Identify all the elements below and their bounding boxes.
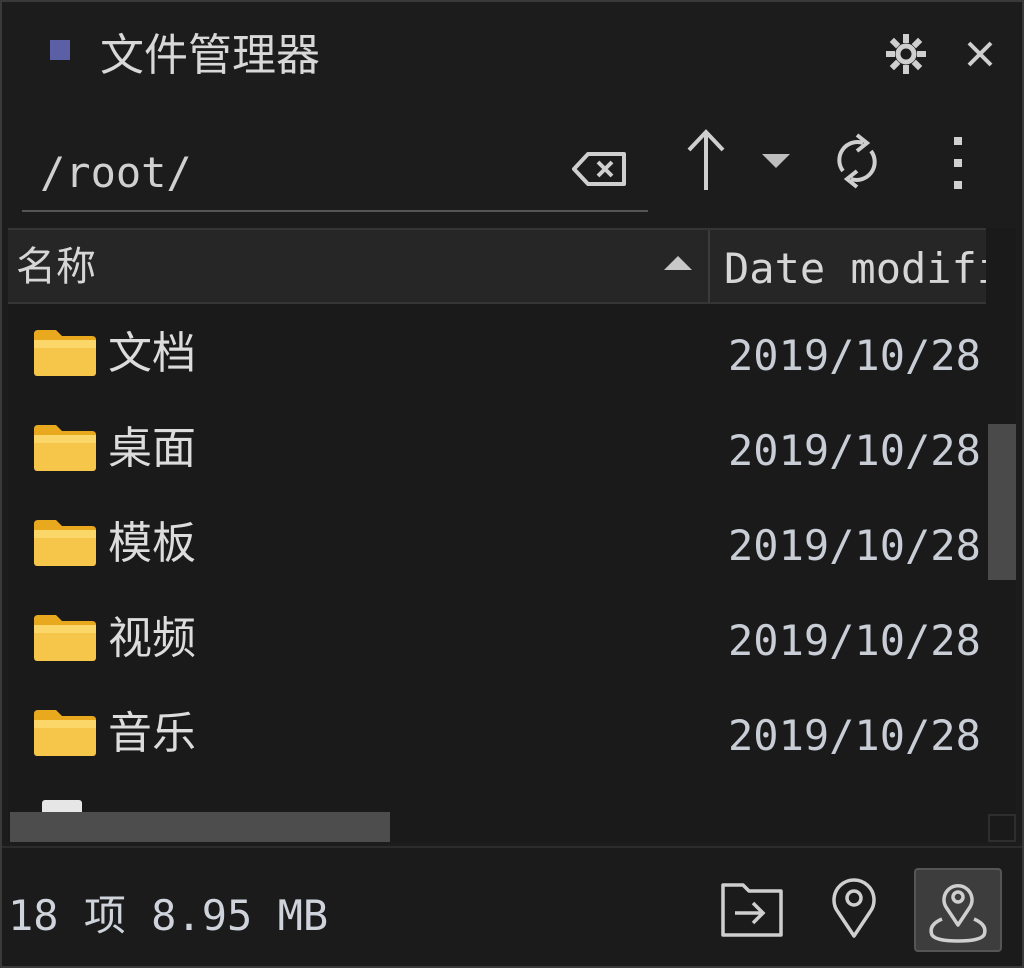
path-input-value: /root/ xyxy=(40,148,192,197)
table-row[interactable]: 文档 2019/10/28 xyxy=(8,304,986,399)
folder-open-arrow-icon xyxy=(721,883,783,937)
gear-icon xyxy=(886,34,926,74)
file-list[interactable]: 名称 Date modified 文档 2019/10/28 xyxy=(8,228,1016,842)
table-row[interactable]: 音乐 2019/10/28 xyxy=(8,684,986,779)
table-row[interactable]: 模板 2019/10/28 xyxy=(8,494,986,589)
table-row[interactable]: 视频 2019/10/28 xyxy=(8,589,986,684)
folder-icon xyxy=(34,425,96,471)
folder-icon xyxy=(34,330,96,376)
scrollbar-corner xyxy=(988,814,1016,842)
arrow-up-icon xyxy=(687,129,725,190)
settings-button[interactable] xyxy=(884,32,928,76)
row-name: 桌面 xyxy=(108,423,196,474)
refresh-button[interactable] xyxy=(826,126,888,196)
open-in-button[interactable] xyxy=(714,872,790,944)
window-title: 文件管理器 xyxy=(100,30,320,81)
refresh-icon xyxy=(837,133,877,189)
horizontal-scrollbar-thumb[interactable] xyxy=(10,812,390,842)
row-date: 2019/10/28 xyxy=(728,711,981,760)
locate-button[interactable] xyxy=(822,872,886,944)
clear-path-button[interactable] xyxy=(570,144,630,194)
map-pin-icon xyxy=(929,884,987,943)
folder-icon xyxy=(34,520,96,566)
vertical-scrollbar-thumb[interactable] xyxy=(988,424,1016,580)
folder-icon xyxy=(34,615,96,661)
file-manager-window: 文件管理器 /root/ 名称 Date modif 文档 2019/10/28… xyxy=(0,0,1024,968)
up-directory-button[interactable] xyxy=(678,126,734,196)
more-options-button[interactable] xyxy=(938,128,978,198)
row-name: 文档 xyxy=(108,328,196,379)
file-rows: 文档 2019/10/28 桌面 2019/10/28 模板 2019/10/2… xyxy=(8,304,986,779)
clear-backspace-icon xyxy=(572,152,626,186)
app-icon xyxy=(50,40,70,60)
sort-ascending-icon xyxy=(664,256,692,270)
chevron-down-icon xyxy=(762,154,790,168)
row-name: 音乐 xyxy=(108,708,196,759)
row-date: 2019/10/28 xyxy=(728,426,981,475)
path-input[interactable]: /root/ xyxy=(22,134,648,212)
row-date: 2019/10/28 xyxy=(728,331,981,380)
close-icon xyxy=(967,41,993,67)
row-name: 模板 xyxy=(108,518,196,569)
status-summary: 18 项 8.95 MB xyxy=(8,891,329,940)
column-header-name[interactable]: 名称 xyxy=(8,230,710,302)
status-bar: 18 项 8.95 MB xyxy=(2,846,1022,966)
row-date: 2019/10/28 xyxy=(728,521,981,570)
more-vertical-icon xyxy=(954,137,962,189)
table-row[interactable]: 桌面 2019/10/28 xyxy=(8,399,986,494)
history-dropdown-button[interactable] xyxy=(756,146,796,176)
row-name: 视频 xyxy=(108,613,196,664)
close-button[interactable] xyxy=(958,32,1002,76)
locate-map-button[interactable] xyxy=(914,868,1002,952)
list-header: 名称 Date modified xyxy=(8,228,986,304)
row-date: 2019/10/28 xyxy=(728,616,981,665)
path-bar: /root/ xyxy=(2,110,1022,220)
column-header-name-label: 名称 xyxy=(16,244,96,290)
title-bar: 文件管理器 xyxy=(2,2,1022,110)
location-pin-icon xyxy=(832,878,876,938)
folder-icon xyxy=(34,710,96,756)
column-header-date[interactable]: Date modified xyxy=(724,244,986,294)
